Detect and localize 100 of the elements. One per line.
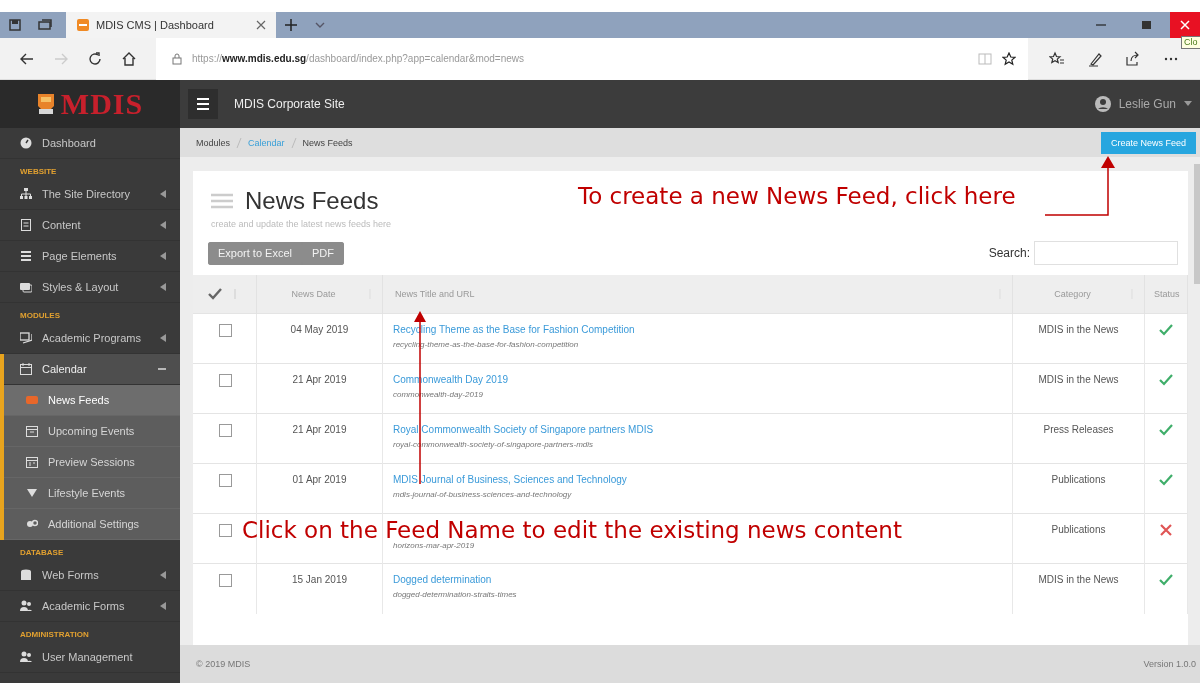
row-checkbox[interactable] — [219, 574, 232, 587]
create-button[interactable]: Create News Feed — [1100, 131, 1196, 154]
caret-left-icon — [160, 190, 166, 198]
date-text: 21 Apr 2019 — [292, 424, 347, 435]
submenu-item[interactable]: News Feeds — [4, 385, 180, 416]
caret-icon — [1184, 101, 1192, 107]
date-text: 15 Jan 2019 — [291, 574, 348, 585]
news-title-link[interactable]: Dogged determination — [393, 574, 1011, 585]
sidebar-item[interactable]: Calendar — [4, 354, 180, 385]
slash-icon — [290, 137, 297, 148]
section-heading: ADMINISTRATION — [19, 629, 90, 641]
tooltip: Clo — [1181, 36, 1200, 49]
date-text: 21 Apr 2019 — [292, 374, 347, 385]
submenu-icon — [26, 518, 38, 530]
row-checkbox[interactable] — [219, 374, 232, 387]
submenu-item[interactable]: Upcoming Events — [4, 416, 180, 447]
submenu-item[interactable]: Preview Sessions — [4, 447, 180, 478]
menu-item-icon — [20, 250, 32, 262]
menu-item-icon — [20, 363, 32, 375]
close-icon — [1180, 20, 1190, 30]
version-text: Version 1.0.0 — [1143, 659, 1196, 669]
submenu-icon — [26, 487, 38, 499]
favorites-icon[interactable] — [1049, 50, 1065, 67]
breadcrumb-item: News Feeds — [302, 137, 353, 148]
user-icon — [1094, 96, 1111, 112]
date-text: 04 May 2019 — [290, 324, 349, 335]
menu-item-icon — [20, 600, 32, 612]
plus-icon[interactable] — [284, 18, 298, 32]
close-icon[interactable] — [256, 20, 266, 30]
date-text: 01 Apr 2019 — [292, 474, 347, 485]
page-subtitle: create and update the latest news feeds here — [211, 219, 393, 229]
close-button[interactable] — [1170, 12, 1200, 38]
news-title-link[interactable]: Royal Commonwealth Society of Singapore partners MDIS — [393, 424, 1011, 435]
news-slug: dogged-determination-straits-times — [393, 590, 518, 599]
row-checkbox[interactable] — [219, 324, 232, 337]
refresh-icon[interactable] — [87, 50, 103, 67]
submenu-icon — [26, 425, 38, 437]
column-header[interactable]: News Date — [266, 289, 361, 299]
category-text: Press Releases — [1043, 424, 1114, 435]
menu-item-icon — [20, 281, 32, 293]
favicon-icon — [76, 18, 90, 32]
browser-tab[interactable]: MDIS CMS | Dashboard — [66, 12, 276, 38]
site-name: MDIS Corporate Site — [234, 97, 345, 111]
column-header[interactable]: Status — [1154, 289, 1180, 299]
search-label: Search: — [988, 246, 1030, 260]
breadcrumb-item: Modules — [196, 137, 231, 148]
user-menu[interactable]: Leslie Gun — [1094, 96, 1192, 112]
tab-title: MDIS CMS | Dashboard — [96, 19, 215, 31]
caret-left-icon — [160, 283, 166, 291]
submenu-item[interactable]: Additional Settings — [4, 509, 180, 540]
caret-left-icon — [160, 571, 166, 579]
column-header[interactable]: Category — [1022, 289, 1123, 299]
minus-icon — [158, 365, 166, 373]
submenu-icon — [26, 456, 38, 468]
category-text: Publications — [1051, 524, 1106, 535]
search-field[interactable] — [1034, 241, 1178, 265]
section-heading: DATABASE — [19, 547, 65, 559]
home-icon[interactable] — [121, 50, 137, 67]
menu-item-icon — [20, 651, 32, 663]
submenu-item[interactable]: Lifestyle Events — [4, 478, 180, 509]
list-icon — [211, 193, 233, 209]
category-text: MDIS in the News — [1038, 374, 1119, 385]
caret-left-icon — [160, 602, 166, 610]
menu-item-icon — [20, 137, 32, 149]
menu-item-icon — [20, 569, 32, 581]
news-slug: horizons-mar-apr-2019 — [393, 541, 476, 550]
annotation-text: Click on the Feed Name to edit the existing news content — [242, 517, 902, 543]
menu-icon[interactable] — [188, 89, 218, 119]
crest-icon — [36, 93, 55, 115]
logo-area[interactable]: MDIS — [0, 80, 180, 128]
caret-left-icon — [160, 221, 166, 229]
category-text: MDIS in the News — [1038, 324, 1119, 335]
caret-left-icon — [160, 334, 166, 342]
address-field[interactable]: https://www.mdis.edu.sg/dashboard/index.php?app=calendar&mod=news — [156, 37, 1028, 80]
scrollbar[interactable] — [1194, 164, 1200, 284]
check-all-icon[interactable] — [208, 288, 222, 300]
logo-text: MDIS — [60, 87, 144, 121]
news-slug: mdis-journal-of-business-sciences-and-technology — [393, 490, 573, 499]
slash-icon — [236, 137, 243, 148]
lock-icon — [172, 52, 182, 65]
share-icon[interactable] — [1125, 50, 1141, 67]
sidebar-item[interactable]: Styles & Layout — [0, 272, 180, 303]
news-title-link[interactable]: MDIS Journal of Business, Sciences and Technology — [393, 474, 1011, 485]
menu-item-icon — [20, 219, 32, 231]
category-text: Publications — [1051, 474, 1106, 485]
menu-item-icon — [20, 332, 32, 344]
submenu-icon — [26, 394, 38, 406]
sidebar-item[interactable]: Web Forms — [0, 560, 180, 591]
tab-set-aside-icon[interactable] — [8, 18, 22, 32]
copyright-text: © 2019 MDIS — [196, 659, 251, 669]
row-checkbox[interactable] — [219, 424, 232, 437]
tab-preview-icon[interactable] — [38, 18, 52, 32]
page-title: News Feeds — [245, 187, 379, 215]
row-checkbox[interactable] — [219, 524, 232, 537]
row-checkbox[interactable] — [219, 474, 232, 487]
more-icon[interactable] — [1163, 55, 1179, 62]
category-text: MDIS in the News — [1038, 574, 1119, 585]
star-icon[interactable] — [1002, 51, 1016, 66]
annotation-arrow — [1044, 156, 1115, 216]
section-heading: MODULES — [19, 310, 61, 322]
